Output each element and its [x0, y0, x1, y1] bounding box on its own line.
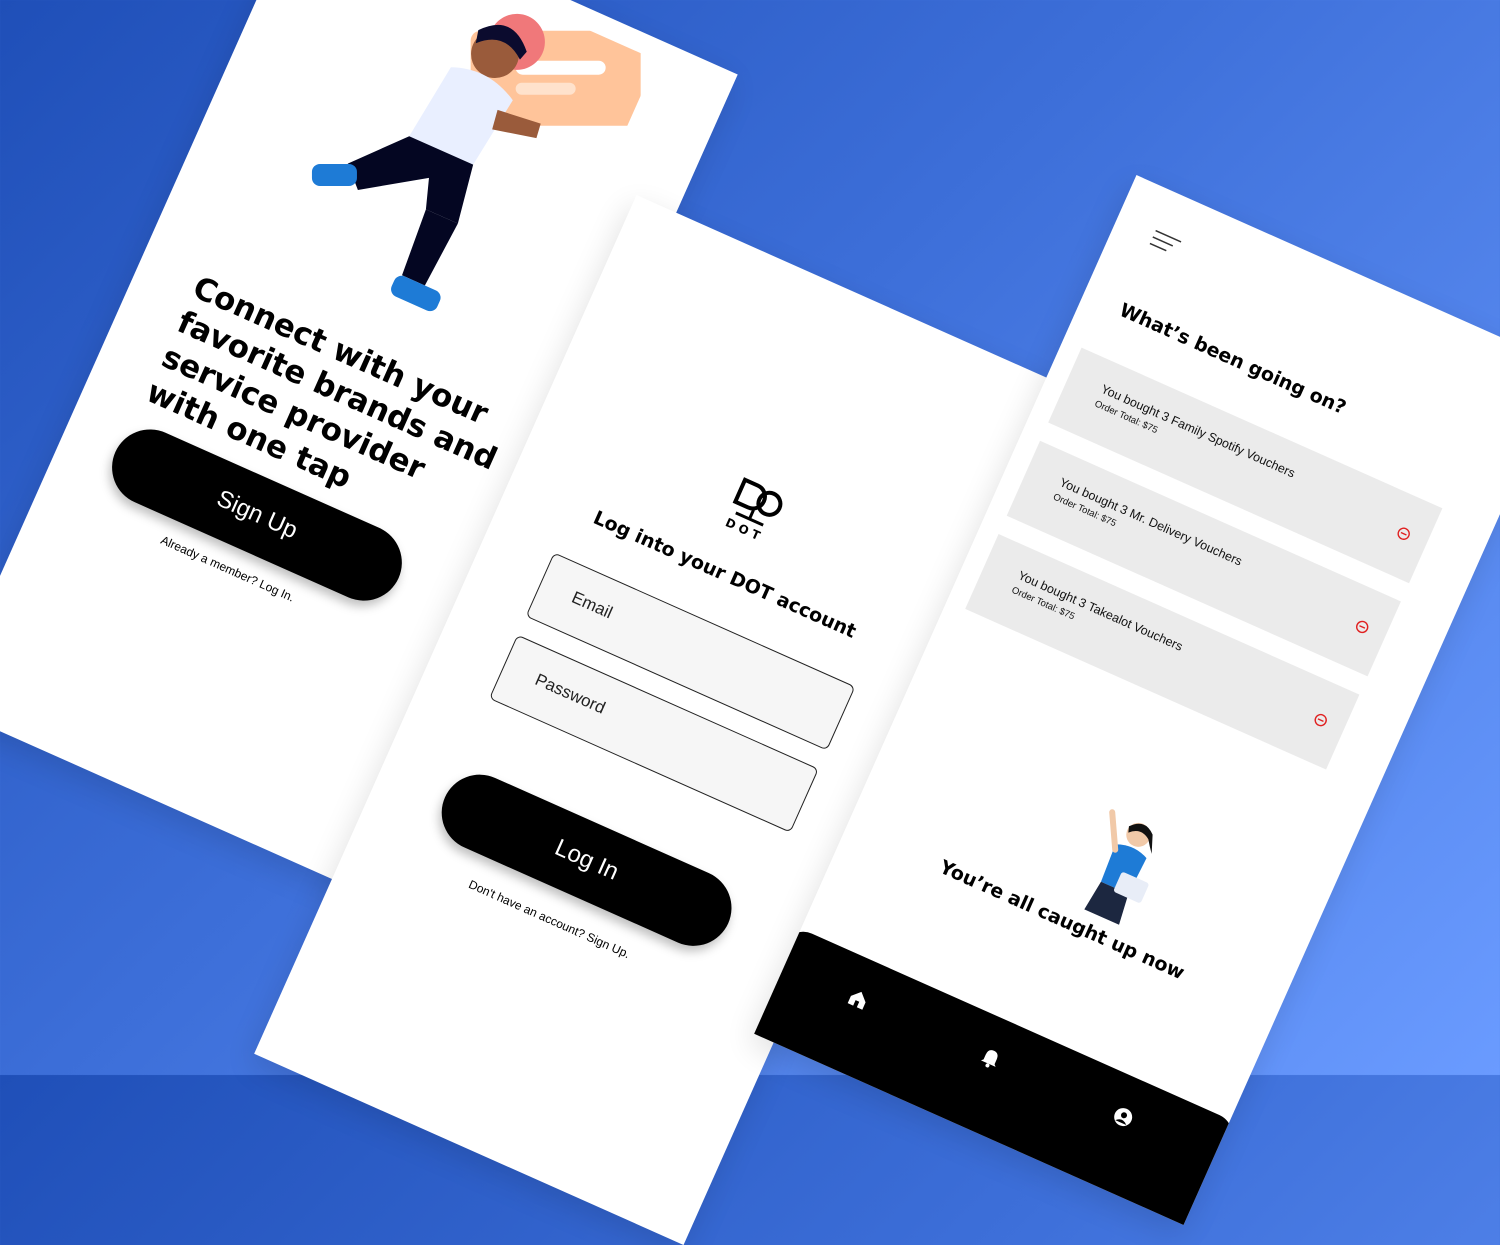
bell-icon[interactable] — [976, 1044, 1005, 1073]
logo-text: DOT — [723, 515, 766, 544]
remove-circle-icon[interactable] — [1353, 618, 1371, 636]
remove-circle-icon[interactable] — [1394, 525, 1412, 543]
home-icon[interactable] — [844, 985, 873, 1014]
dot-logo-icon: DOT — [723, 477, 783, 545]
hamburger-menu-icon[interactable] — [1149, 228, 1183, 258]
item-title: You bought 3 Family Spotify Vouchers — [1098, 381, 1298, 481]
profile-icon[interactable] — [1109, 1103, 1138, 1132]
remove-circle-icon[interactable] — [1311, 711, 1329, 729]
